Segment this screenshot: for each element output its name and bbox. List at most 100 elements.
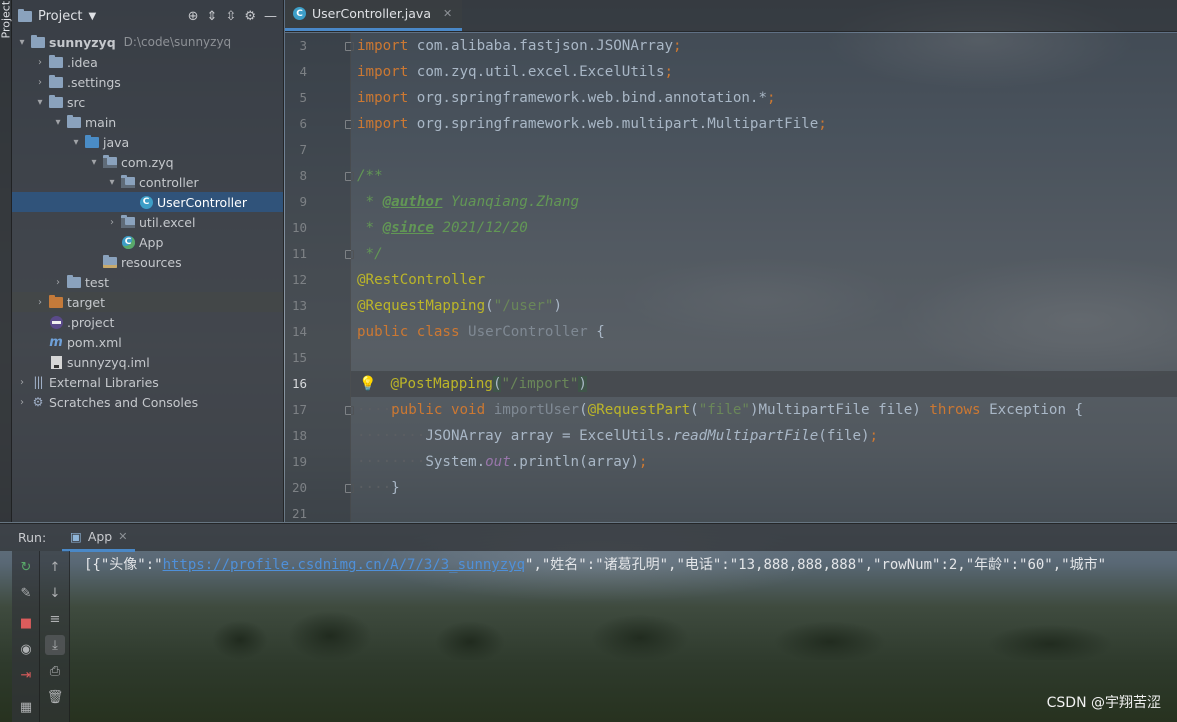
run-tab-app[interactable]: ▣ App ✕: [62, 524, 136, 552]
tree-item-label: .settings: [67, 74, 121, 90]
project-panel-header: Project ▼ ⊕ ⇕ ⇳ ⚙ —: [12, 0, 283, 32]
code-line: @RequestMapping("/user"): [357, 298, 563, 314]
code-line: /**: [357, 168, 383, 184]
tree-item[interactable]: › .idea: [12, 52, 283, 72]
scratches-icon: ⚙: [32, 395, 44, 409]
iml-file-icon: [48, 355, 64, 369]
tree-item[interactable]: › ||| External Libraries: [12, 372, 283, 392]
soft-wrap-icon[interactable]: ≡: [45, 609, 65, 629]
expand-all-icon[interactable]: ⇕: [207, 9, 218, 24]
tree-item-label: target: [67, 294, 106, 310]
chevron-right-icon[interactable]: ›: [14, 377, 30, 388]
tree-item[interactable]: ▾ main: [12, 112, 283, 132]
tree-item[interactable]: resources: [12, 252, 283, 272]
code-editor[interactable]: import com.alibaba.fastjson.JSONArray; i…: [351, 33, 1177, 522]
tree-item[interactable]: ▾ java: [12, 132, 283, 152]
folder-icon: [66, 114, 82, 128]
settings-gear-icon[interactable]: ⚙: [244, 9, 256, 24]
line-number: 9: [299, 194, 307, 209]
tree-item-label: test: [85, 274, 110, 290]
tree-item[interactable]: › .settings: [12, 72, 283, 92]
chevron-down-icon[interactable]: ▾: [68, 137, 84, 148]
tree-item[interactable]: ▾ controller: [12, 172, 283, 192]
class-icon: C: [293, 7, 306, 20]
trash-icon[interactable]: 🗑: [45, 687, 65, 707]
tree-item[interactable]: › ⚙ Scratches and Consoles: [12, 392, 283, 412]
console-output[interactable]: [{"头像":"https://profile.csdnimg.cn/A/7/3…: [84, 554, 1177, 576]
up-arrow-icon[interactable]: ↑: [45, 557, 65, 577]
maven-file-icon: m: [49, 334, 63, 350]
close-icon[interactable]: ✕: [443, 7, 452, 20]
exit-icon[interactable]: ⇥: [16, 665, 36, 685]
resources-folder-icon: [102, 254, 118, 268]
chevron-down-icon[interactable]: ▾: [32, 97, 48, 108]
tab-label: UserController.java: [312, 6, 431, 21]
tree-item[interactable]: › test: [12, 272, 283, 292]
chevron-down-icon: ▼: [88, 10, 97, 22]
line-number: 12: [291, 272, 307, 287]
run-toolbar-primary: ↻ ✎ ■ ◉ ⇥ ▦: [12, 551, 40, 722]
line-number: 3: [299, 38, 307, 53]
layout-icon[interactable]: ▦: [16, 697, 36, 717]
console-link[interactable]: https://profile.csdnimg.cn/A/7/3/3_sunny…: [163, 557, 525, 573]
tree-item[interactable]: m pom.xml: [12, 332, 283, 352]
tree-item-label: .project: [67, 314, 115, 330]
chevron-down-icon[interactable]: ▾: [104, 177, 120, 188]
locate-icon[interactable]: ⊕: [188, 9, 199, 24]
down-arrow-icon[interactable]: ↓: [45, 583, 65, 603]
close-icon[interactable]: ✕: [118, 530, 127, 543]
background-treeline: [0, 600, 1177, 660]
tree-item[interactable]: C App: [12, 232, 283, 252]
project-tree: ▾ sunnyzyq D:\code\sunnyzyq › .idea › .setting…: [12, 32, 283, 412]
camera-icon[interactable]: ◉: [16, 639, 36, 659]
tree-item-label: main: [85, 114, 117, 130]
chevron-down-icon[interactable]: ▾: [86, 157, 102, 168]
code-line: * @author Yuanqiang.Zhang: [357, 194, 580, 210]
tree-item[interactable]: ▾ sunnyzyq D:\code\sunnyzyq: [12, 32, 283, 52]
collapse-all-icon[interactable]: ⇳: [225, 9, 236, 24]
project-panel-title: Project: [38, 8, 83, 24]
console-text-suffix: ","姓名":"诸葛孔明","电话":"13,888,888,888","row…: [525, 557, 1107, 573]
project-view-selector[interactable]: Project ▼: [18, 8, 97, 24]
wrench-icon[interactable]: ✎: [16, 583, 36, 603]
line-number: 19: [291, 454, 307, 469]
editor-gutter: 3 4 5 6 7 8 9 10 11 12 13 14 15 16 17 18 19 20 21: [285, 33, 354, 522]
chevron-right-icon[interactable]: ›: [50, 277, 66, 288]
chevron-down-icon[interactable]: ▾: [50, 117, 66, 128]
tree-item[interactable]: C UserController: [12, 192, 283, 212]
tree-item-label: com.zyq: [121, 154, 174, 170]
stop-icon[interactable]: ■: [16, 613, 36, 633]
chevron-right-icon[interactable]: ›: [14, 397, 30, 408]
hide-panel-icon[interactable]: —: [264, 9, 277, 24]
chevron-right-icon[interactable]: ›: [32, 297, 48, 308]
tree-item-label: sunnyzyq.iml: [67, 354, 150, 370]
tree-item[interactable]: ▾ com.zyq: [12, 152, 283, 172]
tab-user-controller[interactable]: C UserController.java ✕: [285, 0, 463, 31]
code-line: ····public void importUser(@RequestPart(…: [357, 402, 1084, 418]
chevron-right-icon[interactable]: ›: [32, 57, 48, 68]
line-number: 7: [299, 142, 307, 157]
chevron-down-icon[interactable]: ▾: [14, 37, 30, 48]
print-icon[interactable]: ⎙: [45, 661, 65, 681]
line-number: 18: [291, 428, 307, 443]
package-icon: [102, 154, 118, 168]
tree-item[interactable]: › util.excel: [12, 212, 283, 232]
chevron-right-icon[interactable]: ›: [104, 217, 120, 228]
tree-item[interactable]: sunnyzyq.iml: [12, 352, 283, 372]
lightbulb-icon[interactable]: 💡: [359, 376, 376, 392]
code-line: public class UserController {: [357, 324, 605, 340]
tree-item[interactable]: ▾ src: [12, 92, 283, 112]
line-number: 11: [291, 246, 307, 261]
tree-item[interactable]: › target: [12, 292, 283, 312]
console-text-prefix: [{"头像":": [84, 557, 163, 573]
line-number: 4: [299, 64, 307, 79]
scroll-to-end-icon[interactable]: ⤓: [45, 635, 65, 655]
tree-item[interactable]: .project: [12, 312, 283, 332]
tree-item-label: src: [67, 94, 86, 110]
chevron-right-icon[interactable]: ›: [32, 77, 48, 88]
line-number: 15: [291, 350, 307, 365]
excluded-folder-icon: [48, 294, 64, 308]
line-number: 16: [291, 376, 307, 391]
project-tool-tab[interactable]: Project: [0, 1, 13, 39]
rerun-icon[interactable]: ↻: [16, 557, 36, 577]
